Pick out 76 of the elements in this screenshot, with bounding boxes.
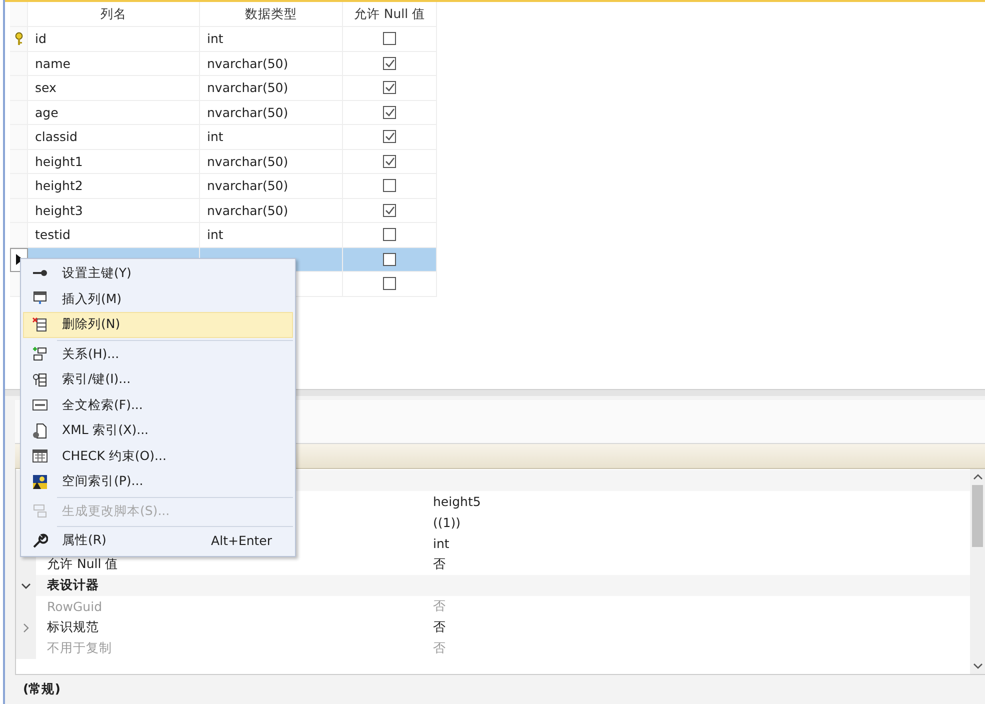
menu-item[interactable]: 设置主键(Y) bbox=[23, 261, 293, 286]
checkbox[interactable] bbox=[383, 204, 396, 217]
menu-item[interactable]: 全文检索(F)... bbox=[23, 392, 293, 418]
table-cell[interactable] bbox=[343, 100, 437, 125]
property-label: 标识规范 bbox=[46, 619, 100, 636]
map-icon bbox=[32, 474, 48, 490]
property-value[interactable]: height5 bbox=[433, 494, 970, 509]
table-cell[interactable]: nvarchar(50) bbox=[200, 100, 343, 125]
table-cell[interactable] bbox=[343, 174, 437, 198]
category-row[interactable]: 表设计器 bbox=[16, 575, 970, 596]
checkbox[interactable] bbox=[383, 81, 396, 94]
checkbox[interactable] bbox=[383, 154, 396, 168]
checkbox[interactable] bbox=[383, 106, 396, 119]
wrench-icon bbox=[32, 532, 48, 549]
checkbox[interactable] bbox=[383, 252, 396, 266]
table-cell[interactable]: height1 bbox=[28, 150, 200, 174]
table-cell[interactable] bbox=[343, 248, 437, 272]
script-icon bbox=[32, 503, 48, 520]
collapse-icon[interactable] bbox=[21, 582, 31, 590]
menu-item[interactable]: 属性(R) Alt+Enter bbox=[23, 528, 293, 554]
scrollbar[interactable] bbox=[970, 469, 985, 674]
table-icon bbox=[32, 448, 48, 464]
delete-column-icon bbox=[32, 316, 48, 333]
property-value[interactable]: ((1)) bbox=[433, 515, 970, 530]
table-cell[interactable] bbox=[343, 27, 437, 52]
category-label: 表设计器 bbox=[46, 577, 100, 594]
column-header[interactable]: 列名 bbox=[28, 2, 200, 27]
table-cell[interactable]: sex bbox=[28, 76, 200, 100]
expand-icon[interactable] bbox=[22, 622, 30, 632]
table-cell[interactable]: nvarchar(50) bbox=[200, 198, 343, 223]
index-icon bbox=[32, 372, 48, 388]
menu-item[interactable]: 删除列(N) bbox=[23, 312, 293, 338]
column-header[interactable]: 数据类型 bbox=[200, 2, 343, 27]
checkbox[interactable] bbox=[383, 228, 396, 242]
property-label: 不用于复制 bbox=[46, 640, 113, 657]
checkbox[interactable] bbox=[383, 179, 396, 192]
description-title: (常规) bbox=[23, 681, 60, 696]
checkbox[interactable] bbox=[383, 56, 396, 70]
property-label: RowGuid bbox=[46, 599, 104, 614]
relationship-icon bbox=[32, 346, 48, 362]
table-cell[interactable] bbox=[343, 272, 437, 296]
text-box-icon bbox=[32, 397, 48, 414]
checkbox[interactable] bbox=[383, 277, 396, 290]
menu-item[interactable]: 关系(H)... bbox=[23, 342, 293, 367]
menu-item[interactable]: 插入列(M) bbox=[23, 286, 293, 312]
table-cell[interactable] bbox=[343, 76, 437, 100]
table-cell[interactable]: height3 bbox=[28, 198, 200, 223]
table-cell[interactable]: classid bbox=[28, 125, 200, 150]
table-cell[interactable]: age bbox=[28, 100, 200, 125]
table-cell[interactable]: id bbox=[28, 27, 200, 52]
property-value[interactable]: 否 bbox=[433, 556, 970, 573]
property-label: 允许 Null 值 bbox=[46, 556, 120, 573]
table-cell[interactable]: int bbox=[200, 125, 343, 150]
menu-item[interactable]: XML 索引(X)... bbox=[23, 418, 293, 444]
table-cell[interactable]: int bbox=[200, 27, 343, 52]
table-cell[interactable]: nvarchar(50) bbox=[200, 150, 343, 174]
scrollbar-thumb[interactable] bbox=[972, 485, 983, 547]
table-cell[interactable]: name bbox=[28, 52, 200, 76]
table-cell[interactable] bbox=[343, 52, 437, 76]
column-header[interactable]: 允许 Null 值 bbox=[343, 2, 437, 27]
property-value[interactable]: 否 bbox=[433, 619, 970, 636]
menu-item[interactable]: CHECK 约束(O)... bbox=[23, 444, 293, 469]
table-cell[interactable] bbox=[343, 125, 437, 150]
table-cell[interactable]: nvarchar(50) bbox=[200, 76, 343, 100]
table-cell[interactable] bbox=[343, 198, 437, 223]
header-cell bbox=[10, 2, 28, 27]
table-cell[interactable]: nvarchar(50) bbox=[200, 174, 343, 198]
menu-item[interactable]: 索引/键(I)... bbox=[23, 367, 293, 392]
menu-item[interactable]: 空间索引(P)... bbox=[23, 469, 293, 494]
checkbox[interactable] bbox=[383, 32, 396, 46]
table-cell[interactable]: height2 bbox=[28, 174, 200, 198]
property-value[interactable]: int bbox=[433, 536, 970, 551]
table-cell[interactable]: nvarchar(50) bbox=[200, 52, 343, 76]
checkbox[interactable] bbox=[383, 130, 396, 144]
document-icon bbox=[32, 422, 48, 439]
table-cell[interactable] bbox=[343, 150, 437, 174]
